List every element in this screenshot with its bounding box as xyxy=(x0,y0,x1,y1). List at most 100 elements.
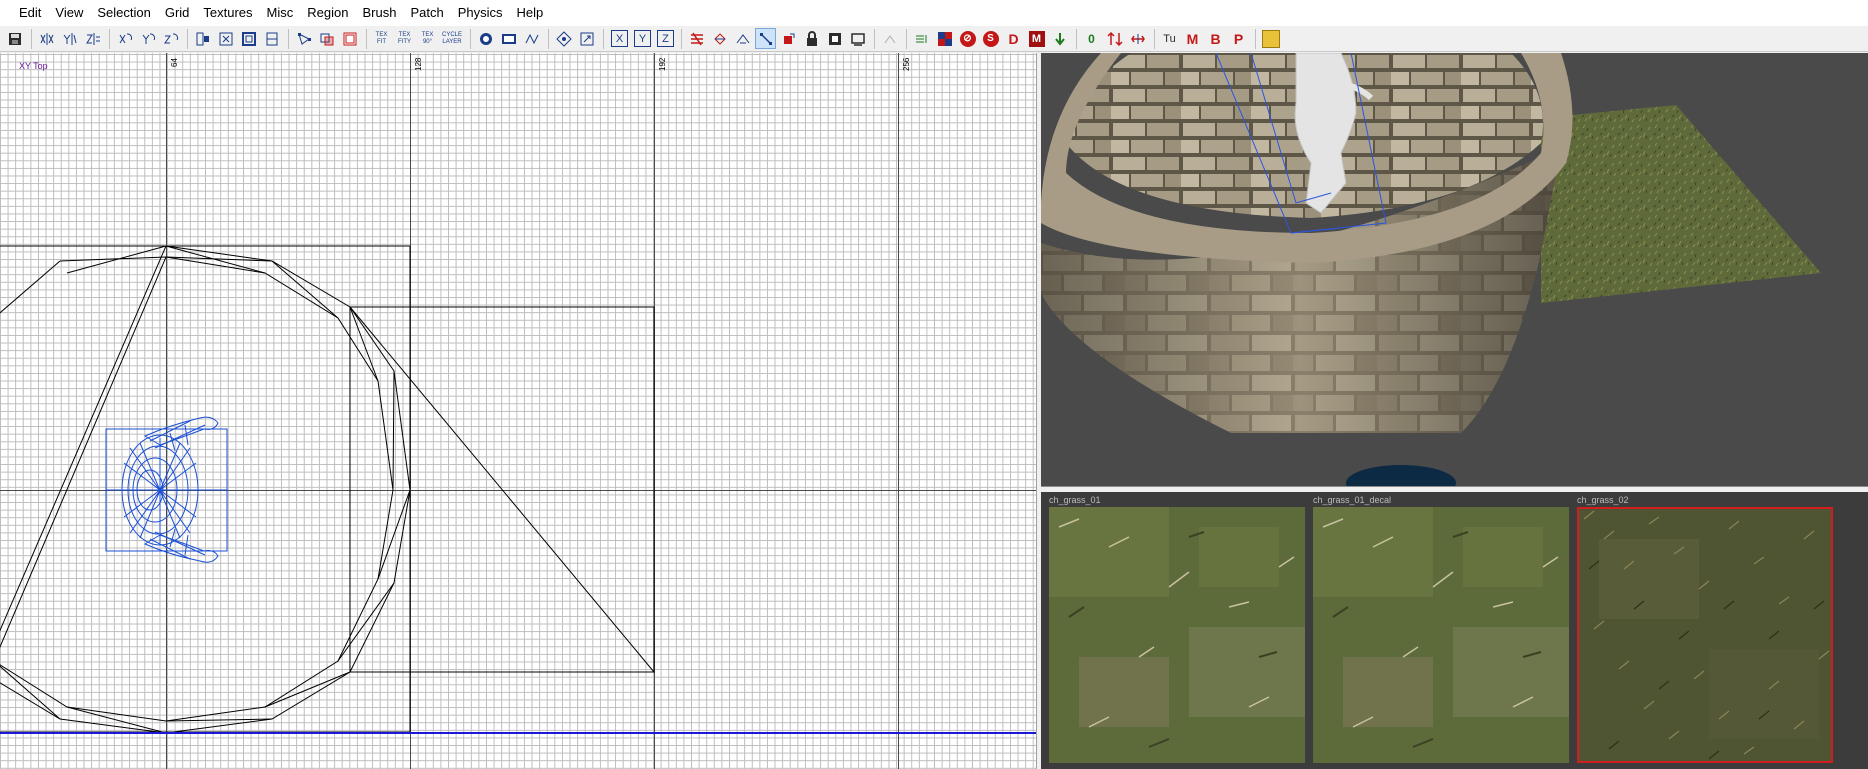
toolbar-separator xyxy=(874,28,875,49)
grass-decal-texture-thumbnail xyxy=(1313,507,1569,763)
save-map-button[interactable] xyxy=(4,28,25,49)
show-entities-button[interactable] xyxy=(778,28,799,49)
toolbar-separator xyxy=(1154,28,1155,49)
flip-y-button[interactable] xyxy=(59,28,80,49)
hollow-button[interactable] xyxy=(238,28,259,49)
texture-lock-icon xyxy=(525,33,538,44)
rotate-z-icon xyxy=(163,32,178,43)
menu-physics[interactable]: Physics xyxy=(451,0,510,26)
filter-patches-button[interactable] xyxy=(686,28,707,49)
model-icon: M xyxy=(1028,30,1045,47)
show-model-button[interactable]: M xyxy=(1026,28,1047,49)
cubic-clip-button[interactable] xyxy=(553,28,574,49)
menu-grid[interactable]: Grid xyxy=(158,0,197,26)
show-blocks-button[interactable] xyxy=(847,28,868,49)
well-water xyxy=(1346,465,1456,486)
rotate-x-button[interactable] xyxy=(114,28,135,49)
hollow-icon xyxy=(241,31,256,46)
select-faces-button[interactable] xyxy=(339,28,360,49)
texture-name: ch_grass_02 xyxy=(1577,495,1629,505)
view-change-button[interactable] xyxy=(475,28,496,49)
toolbar-separator xyxy=(109,28,110,49)
texture-lock-button[interactable] xyxy=(521,28,542,49)
rotate-z-button[interactable] xyxy=(160,28,181,49)
show-sound-button[interactable]: S xyxy=(980,28,1001,49)
cycle-layer-button[interactable]: CYCLE LAYER xyxy=(440,28,464,49)
texture-u-button[interactable]: Tu xyxy=(1159,28,1180,49)
flip-z-button[interactable] xyxy=(82,28,103,49)
toolbar-separator xyxy=(1076,28,1077,49)
entity-list-button[interactable] xyxy=(911,28,932,49)
toolbar-separator xyxy=(288,28,289,49)
menu-help[interactable]: Help xyxy=(509,0,550,26)
flip-y-icon xyxy=(63,32,76,45)
texture-view-button[interactable] xyxy=(498,28,519,49)
texture-item-grass-01[interactable]: ch_grass_01 xyxy=(1041,492,1305,769)
show-paths-button[interactable] xyxy=(755,28,776,49)
select-vertices-icon xyxy=(297,32,311,45)
up-down-arrows-icon xyxy=(1106,31,1123,46)
show-detail-button[interactable]: D xyxy=(1003,28,1024,49)
select-edges-icon xyxy=(320,33,333,45)
menu-patch[interactable]: Patch xyxy=(403,0,450,26)
texture-thumbnail xyxy=(1049,507,1305,763)
view-z-axis-button[interactable]: Z xyxy=(657,30,674,47)
spread-button[interactable] xyxy=(1127,28,1148,49)
arrow-down-icon xyxy=(1054,32,1065,46)
p-filter-button[interactable]: P xyxy=(1228,28,1249,49)
camera-scene xyxy=(1041,53,1821,486)
menu-bar: Edit View Selection Grid Textures Misc R… xyxy=(0,0,1868,26)
move-up-down-button[interactable] xyxy=(1104,28,1125,49)
menu-view[interactable]: View xyxy=(48,0,90,26)
select-edges-button[interactable] xyxy=(316,28,337,49)
lock-selection-button[interactable] xyxy=(801,28,822,49)
camera-3d-view[interactable] xyxy=(1041,53,1868,486)
texture-fit-y-button[interactable]: TEX FITY xyxy=(394,28,415,49)
texture-rotate-90-button[interactable]: TEX 90° xyxy=(417,28,438,49)
color-palette-button[interactable] xyxy=(934,28,955,49)
menu-selection[interactable]: Selection xyxy=(90,0,157,26)
disabled-tool-button[interactable] xyxy=(879,28,900,49)
toolbar-separator xyxy=(681,28,682,49)
view-x-axis-button[interactable]: X xyxy=(611,30,628,47)
model-filter-icon xyxy=(713,32,726,45)
filter-curves-button[interactable] xyxy=(732,28,753,49)
csg-subtract-button[interactable] xyxy=(192,28,213,49)
zero-button[interactable]: 0 xyxy=(1081,28,1102,49)
menu-edit[interactable]: Edit xyxy=(12,0,48,26)
toolbar-separator xyxy=(187,28,188,49)
drop-to-floor-button[interactable] xyxy=(1049,28,1070,49)
b-filter-button[interactable]: B xyxy=(1205,28,1226,49)
region-button[interactable] xyxy=(824,28,845,49)
no-spawn-button[interactable]: ⊘ xyxy=(957,28,978,49)
entity-list-icon xyxy=(915,34,926,43)
menu-misc[interactable]: Misc xyxy=(260,0,301,26)
clip-button[interactable] xyxy=(261,28,282,49)
flip-x-icon xyxy=(40,32,53,45)
camera-preview-button[interactable] xyxy=(576,28,597,49)
menu-region[interactable]: Region xyxy=(300,0,355,26)
filter-models-button[interactable] xyxy=(709,28,730,49)
texture-item-grass-02[interactable]: ch_grass_02 xyxy=(1569,492,1833,769)
toolbar-separator xyxy=(906,28,907,49)
rotate-y-button[interactable] xyxy=(137,28,158,49)
disabled-tool-icon xyxy=(884,34,895,43)
region-icon xyxy=(828,32,841,45)
menu-textures[interactable]: Textures xyxy=(196,0,259,26)
select-vertices-button[interactable] xyxy=(293,28,314,49)
texture-item-grass-01-decal[interactable]: ch_grass_01_decal xyxy=(1305,492,1569,769)
texture-fit-button[interactable]: TEX FIT xyxy=(371,28,392,49)
texture-view-icon xyxy=(501,33,516,44)
plugin-button[interactable] xyxy=(1260,28,1281,49)
csg-merge-button[interactable] xyxy=(215,28,236,49)
view-y-axis-button[interactable]: Y xyxy=(634,30,651,47)
menu-brush[interactable]: Brush xyxy=(355,0,403,26)
flip-x-button[interactable] xyxy=(36,28,57,49)
blocks-icon xyxy=(850,32,865,46)
csg-subtract-icon xyxy=(196,32,209,45)
m-filter-button[interactable]: M xyxy=(1182,28,1203,49)
texture-browser: ch_grass_01 ch_grass_01_decal ch_grass_0… xyxy=(1041,492,1868,769)
patch-filter-icon xyxy=(690,32,703,45)
xy-top-view[interactable]: 64 128 192 256 XY Top xyxy=(0,53,1036,769)
toolbar-separator xyxy=(548,28,549,49)
